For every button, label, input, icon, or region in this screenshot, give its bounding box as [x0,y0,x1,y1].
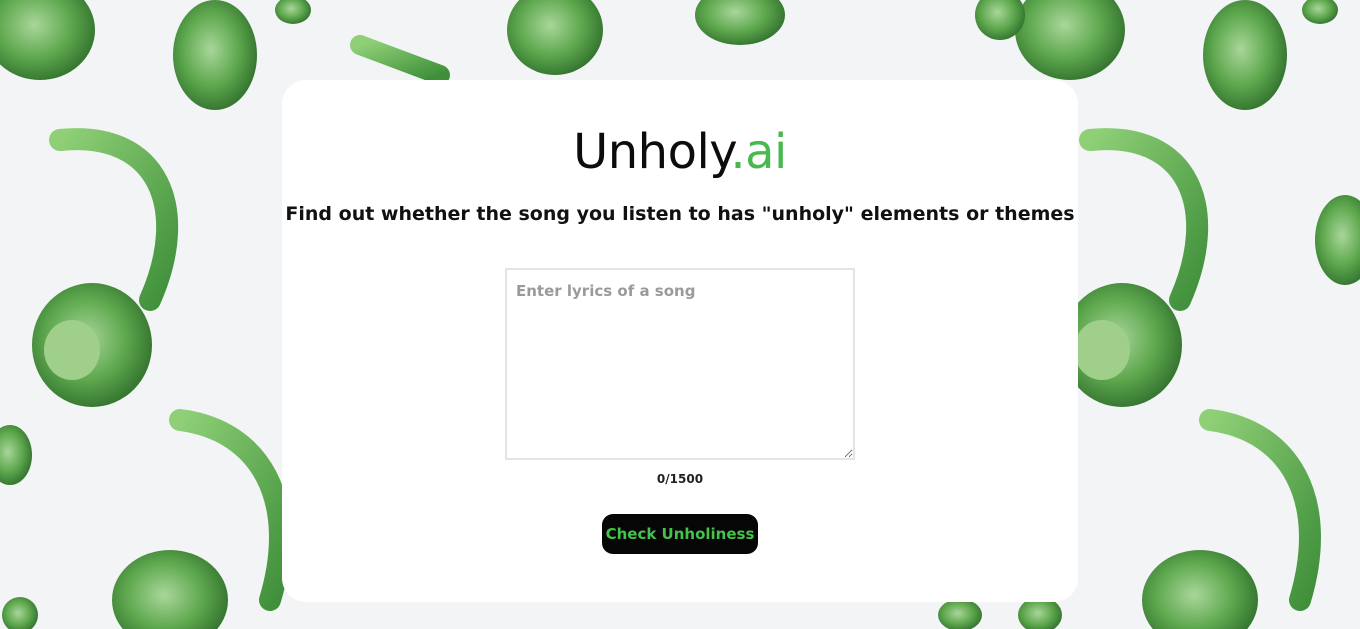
character-counter: 0/1500 [656,472,704,486]
app-title-main: Unholy [573,124,731,180]
check-unholiness-button[interactable]: Check Unholiness [602,514,758,554]
lyrics-input[interactable] [505,268,855,460]
app-title: Unholy.ai [0,122,1360,182]
app-subtitle: Find out whether the song you listen to … [285,203,1075,225]
app-title-suffix: .ai [730,124,787,180]
